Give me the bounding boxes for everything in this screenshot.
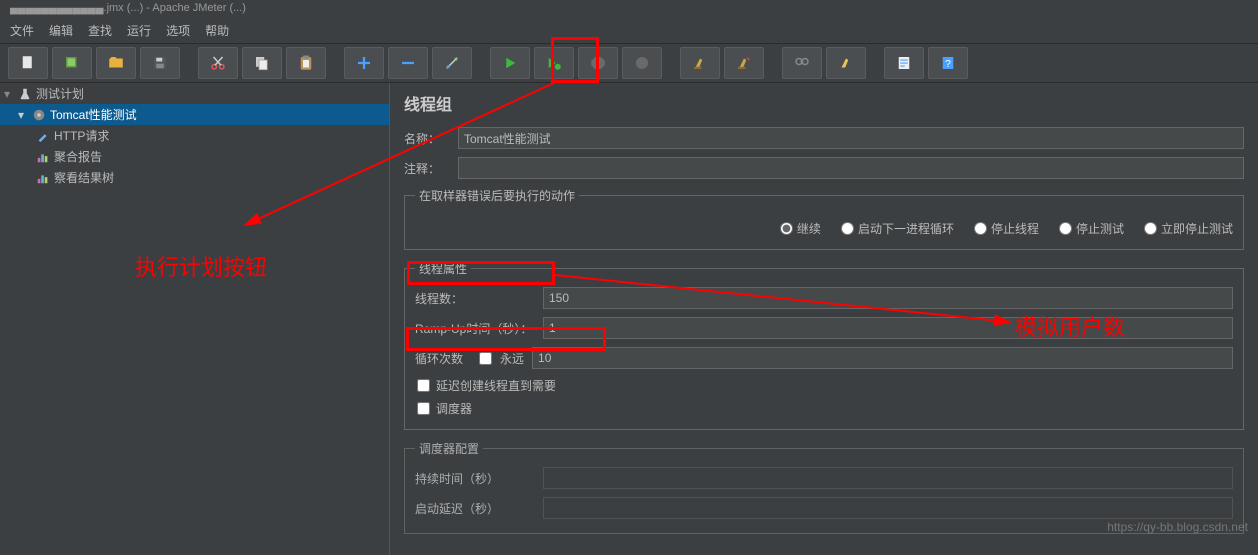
radio-stop-thread[interactable]: 停止线程 bbox=[974, 220, 1039, 237]
thread-legend: 线程属性 bbox=[415, 260, 471, 277]
title-bar: ▄▄▄▄▄▄▄▄▄▄▄▄.jmx (...) - Apache JMeter (… bbox=[0, 0, 1258, 18]
menu-help[interactable]: 帮助 bbox=[205, 22, 229, 39]
gear-icon bbox=[32, 108, 46, 122]
start-no-pause-button[interactable] bbox=[534, 47, 574, 79]
delay-checkbox[interactable] bbox=[417, 379, 430, 392]
reset-search-button[interactable] bbox=[826, 47, 866, 79]
comment-input[interactable] bbox=[458, 157, 1244, 179]
svg-text:?: ? bbox=[945, 58, 951, 70]
menu-file[interactable]: 文件 bbox=[10, 22, 34, 39]
name-label: 名称： bbox=[404, 130, 452, 147]
paste-button[interactable] bbox=[286, 47, 326, 79]
tree-panel: ▾ 测试计划 ▾ Tomcat性能测试 HTTP请求 聚合报告 察看结果树 bbox=[0, 83, 390, 555]
radio-stop-now[interactable]: 立即停止测试 bbox=[1144, 220, 1233, 237]
thread-props-fieldset: 线程属性 线程数： Ramp-Up时间（秒）： 循环次数 永远 延迟创建线程直到… bbox=[404, 260, 1244, 430]
menubar: 文件 编辑 查找 运行 选项 帮助 bbox=[0, 18, 1258, 44]
tree-aggregate-report[interactable]: 聚合报告 bbox=[0, 146, 389, 167]
menu-run[interactable]: 运行 bbox=[127, 22, 151, 39]
right-panel: 线程组 名称： 注释： 在取样器错误后要执行的动作 继续 启动下一进程循环 停止… bbox=[390, 83, 1258, 555]
chart-icon bbox=[36, 171, 50, 185]
threads-input[interactable] bbox=[543, 287, 1233, 309]
stop-button[interactable] bbox=[578, 47, 618, 79]
startdelay-label: 启动延迟（秒） bbox=[415, 500, 535, 517]
startdelay-input bbox=[543, 497, 1233, 519]
toggle-button[interactable] bbox=[432, 47, 472, 79]
clear-button[interactable] bbox=[680, 47, 720, 79]
chart-icon bbox=[36, 150, 50, 164]
open-button[interactable] bbox=[96, 47, 136, 79]
forever-checkbox[interactable] bbox=[479, 352, 492, 365]
loop-input[interactable] bbox=[532, 347, 1233, 369]
start-button[interactable] bbox=[490, 47, 530, 79]
menu-search[interactable]: 查找 bbox=[88, 22, 112, 39]
tree-thread-group[interactable]: ▾ Tomcat性能测试 bbox=[0, 104, 389, 125]
menu-options[interactable]: 选项 bbox=[166, 22, 190, 39]
error-action-fieldset: 在取样器错误后要执行的动作 继续 启动下一进程循环 停止线程 停止测试 立即停止… bbox=[404, 187, 1244, 250]
ramp-label: Ramp-Up时间（秒）： bbox=[415, 320, 535, 337]
search-button[interactable] bbox=[782, 47, 822, 79]
shutdown-button[interactable] bbox=[622, 47, 662, 79]
scheduler-label: 调度器 bbox=[436, 400, 472, 417]
cut-button[interactable] bbox=[198, 47, 238, 79]
duration-input bbox=[543, 467, 1233, 489]
copy-button[interactable] bbox=[242, 47, 282, 79]
help-button[interactable]: ? bbox=[928, 47, 968, 79]
scheduler-checkbox[interactable] bbox=[417, 402, 430, 415]
threads-label: 线程数： bbox=[415, 290, 535, 307]
comment-label: 注释： bbox=[404, 160, 452, 177]
watermark: https://qy-bb.blog.csdn.net bbox=[1107, 520, 1248, 534]
panel-title: 线程组 bbox=[404, 91, 1244, 115]
radio-stop-test[interactable]: 停止测试 bbox=[1059, 220, 1124, 237]
new-button[interactable] bbox=[8, 47, 48, 79]
tree-http-request[interactable]: HTTP请求 bbox=[0, 125, 389, 146]
expand-button[interactable] bbox=[344, 47, 384, 79]
error-legend: 在取样器错误后要执行的动作 bbox=[415, 187, 579, 204]
duration-label: 持续时间（秒） bbox=[415, 470, 535, 487]
forever-label: 永远 bbox=[500, 350, 524, 367]
tree-test-plan[interactable]: ▾ 测试计划 bbox=[0, 83, 389, 104]
menu-edit[interactable]: 编辑 bbox=[49, 22, 73, 39]
delay-label: 延迟创建线程直到需要 bbox=[436, 377, 556, 394]
sched-legend: 调度器配置 bbox=[415, 440, 483, 457]
function-helper-button[interactable] bbox=[884, 47, 924, 79]
clear-all-button[interactable] bbox=[724, 47, 764, 79]
ramp-input[interactable] bbox=[543, 317, 1233, 339]
tree-view-results[interactable]: 察看结果树 bbox=[0, 167, 389, 188]
radio-continue[interactable]: 继续 bbox=[780, 220, 821, 237]
templates-button[interactable] bbox=[52, 47, 92, 79]
loop-label: 循环次数 bbox=[415, 350, 471, 367]
toolbar: ? bbox=[0, 44, 1258, 83]
pipette-icon bbox=[36, 129, 50, 143]
save-button[interactable] bbox=[140, 47, 180, 79]
beaker-icon bbox=[18, 87, 32, 101]
name-input[interactable] bbox=[458, 127, 1244, 149]
radio-next-loop[interactable]: 启动下一进程循环 bbox=[841, 220, 954, 237]
collapse-button[interactable] bbox=[388, 47, 428, 79]
